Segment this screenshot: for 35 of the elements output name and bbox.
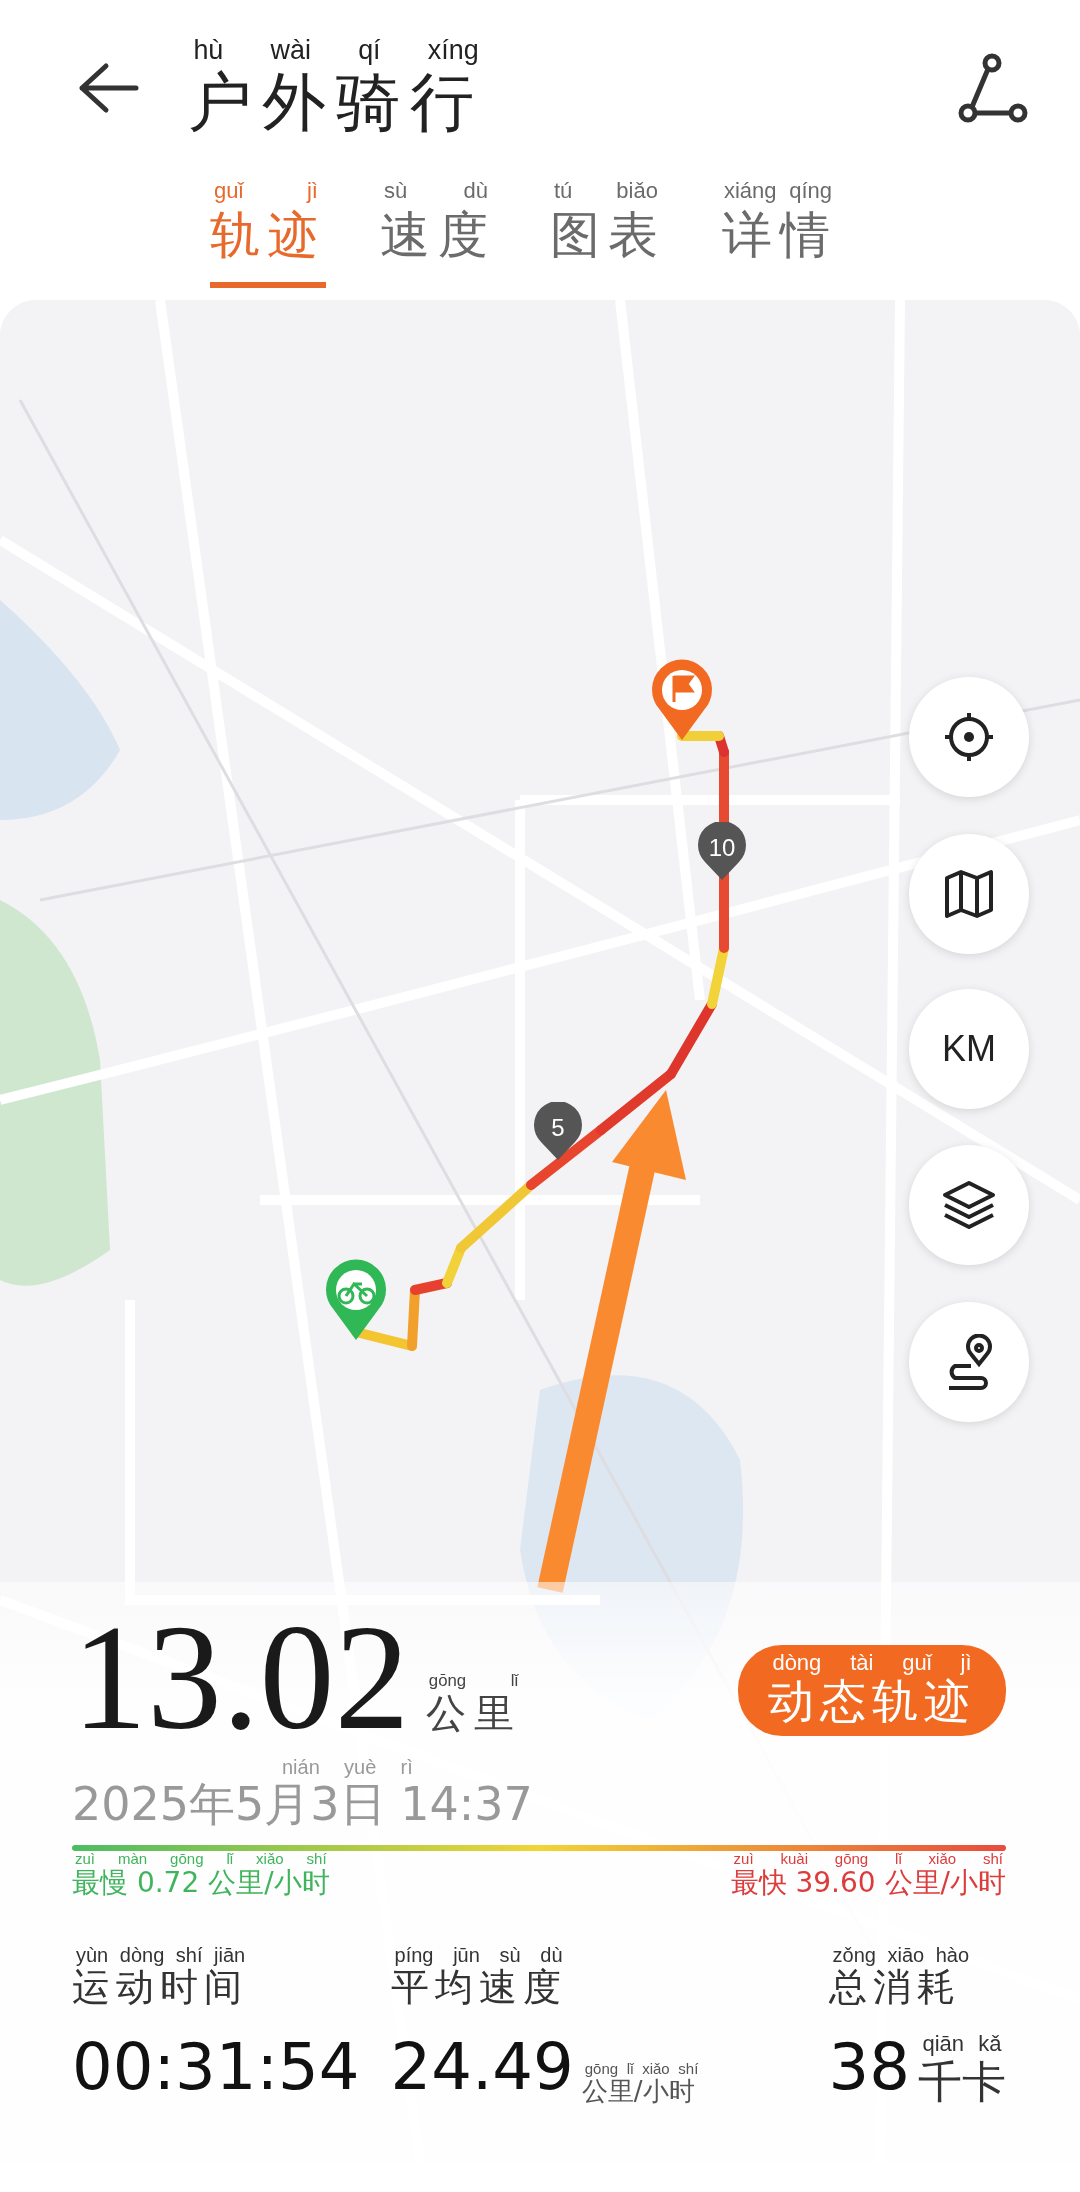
- tab-pinyin: xiáng qíng: [722, 179, 834, 204]
- distance-marker: 5: [533, 1102, 583, 1162]
- unit-pinyin: qiān kǎ: [921, 2032, 1003, 2057]
- title-pinyin: hù wài qí xíng: [192, 36, 480, 66]
- stat-label: 总消耗: [828, 1965, 962, 2010]
- tab[interactable]: 轨迹: [209, 203, 326, 289]
- stat-unit: 千卡: [918, 2056, 1006, 2108]
- unit-pinyin: gōng lǐ: [427, 1671, 520, 1690]
- stat-unit: 公里/小时: [581, 2077, 696, 2108]
- slowest-pinyin: zuì màn gōng lǐ xiǎo shí: [74, 1850, 328, 1868]
- page-title: 户外骑行: [188, 65, 484, 140]
- fastest-pinyin: zuì kuài gōng lǐ xiǎo shí: [732, 1850, 1004, 1868]
- tab[interactable]: 详情: [719, 203, 841, 289]
- tab[interactable]: 图表: [549, 203, 666, 289]
- stat-label: 运动时间: [72, 1965, 249, 2010]
- tab-pinyin: sù dù: [382, 179, 489, 204]
- distance-value: 13.02: [72, 1602, 410, 1752]
- stat-value: 24.49: [390, 2029, 574, 2107]
- unit-pinyin: gōng lǐ xiǎo shí: [583, 2060, 700, 2078]
- tab-pinyin: tú biǎo: [552, 179, 659, 204]
- tab-pinyin: guǐ jì: [212, 179, 319, 204]
- stat-label-pinyin: yùn dòng shí jiān: [76, 1943, 247, 1966]
- date-pinyin: nián yuè rì: [281, 1756, 414, 1778]
- date-time: 2025年5月3日 14:37: [72, 1778, 533, 1831]
- slowest-speed: 最慢 0.72 公里/小时: [72, 1867, 330, 1900]
- stat-value: 38: [828, 2029, 910, 2107]
- fastest-speed: 最快 39.60 公里/小时: [730, 1867, 1006, 1900]
- distance-marker: 10: [697, 822, 747, 882]
- replay-track-button[interactable]: dòng tài guǐ jì 动态轨迹: [738, 1644, 1006, 1736]
- distance-unit: 公里: [425, 1690, 522, 1736]
- stat-label: 平均速度: [390, 1965, 567, 2010]
- stat-label-pinyin: zǒng xiāo hào: [832, 1943, 971, 1966]
- stat-value: 00:31:54: [72, 2029, 360, 2107]
- tab[interactable]: 速度: [379, 203, 496, 289]
- stat-label-pinyin: píng jūn sù dù: [393, 1943, 564, 1966]
